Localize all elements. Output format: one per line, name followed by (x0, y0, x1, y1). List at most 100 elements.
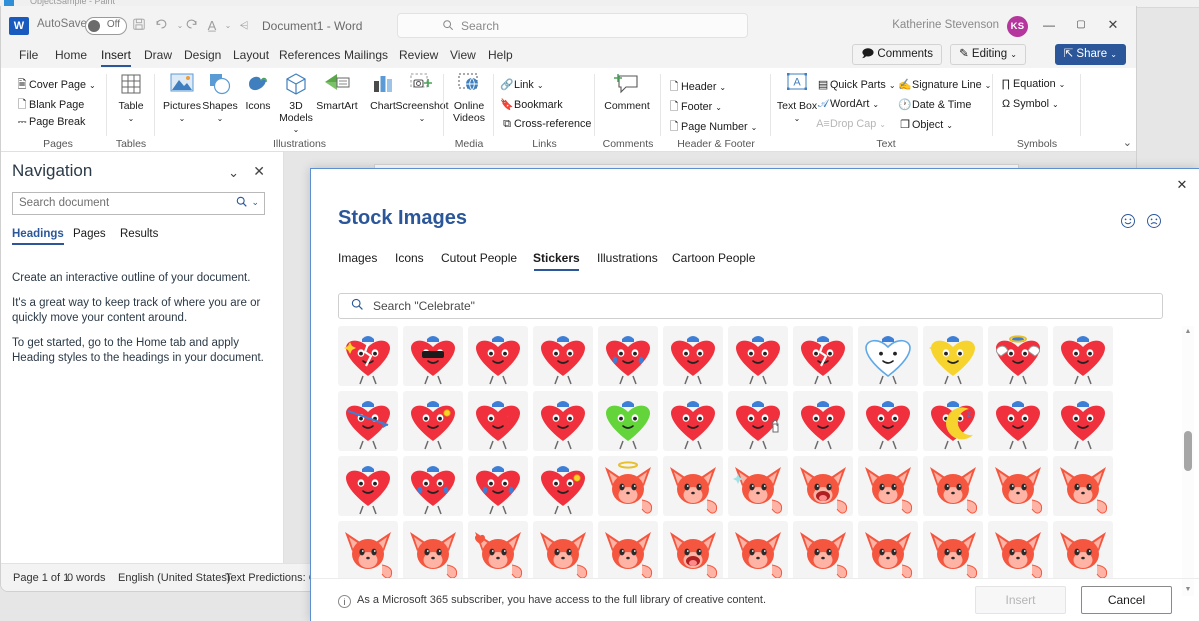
sticker-tile[interactable] (793, 326, 853, 386)
tab-file[interactable]: File (13, 46, 44, 66)
collapse-ribbon-icon[interactable]: ⌄ (1123, 136, 1132, 149)
object-button[interactable]: ❐ Object ⌄ (898, 118, 953, 131)
nav-tab-results[interactable]: Results (120, 228, 158, 245)
navigation-close-icon[interactable]: ✕ (253, 163, 265, 180)
signature-line-button[interactable]: ✍Signature Line ⌄ (898, 78, 991, 91)
link-button[interactable]: 🔗Link ⌄ (500, 78, 543, 91)
search-input[interactable]: Search (397, 13, 748, 38)
sticker-tile[interactable] (403, 326, 463, 386)
sticker-tile[interactable] (598, 521, 658, 579)
sticker-tile[interactable] (728, 326, 788, 386)
sticker-tile[interactable] (858, 391, 918, 451)
screenshot-button[interactable]: Screenshot ⌄ (395, 72, 449, 124)
equation-button[interactable]: ∏ Equation ⌄ (999, 78, 1066, 90)
dialog-tab-cutout-people[interactable]: Cutout People (441, 251, 517, 271)
tab-draw[interactable]: Draw (138, 46, 178, 66)
dialog-tab-cartoon-people[interactable]: Cartoon People (672, 251, 755, 271)
sticker-tile[interactable] (793, 391, 853, 451)
undo-icon[interactable] (154, 17, 172, 31)
sticker-tile[interactable] (663, 391, 723, 451)
minimize-button[interactable]: — (1034, 14, 1064, 36)
text-box-button[interactable]: A Text Box ⌄ (776, 72, 818, 124)
autosave-toggle[interactable]: Off (85, 17, 127, 35)
sticker-tile[interactable] (793, 521, 853, 579)
page-break-button[interactable]: ⎓ Page Break (15, 116, 86, 129)
sticker-tile[interactable] (1053, 521, 1113, 579)
chevron-down-icon[interactable]: ⌄ (251, 197, 259, 208)
tab-home[interactable]: Home (49, 46, 93, 66)
sticker-tile[interactable] (1053, 456, 1113, 516)
sticker-tile[interactable] (338, 521, 398, 579)
comments-button[interactable]: 🗩 Comments (852, 44, 942, 65)
share-button[interactable]: ⇱ Share ⌄ (1054, 44, 1126, 65)
navigation-search-input[interactable]: Search document ⌄ (12, 192, 265, 215)
comment-button[interactable]: Comment (604, 72, 650, 113)
cover-page-button[interactable]: 🗎 Cover Page ⌄ (15, 76, 96, 95)
symbol-button[interactable]: Ω Symbol ⌄ (999, 98, 1059, 110)
sticker-tile[interactable] (988, 326, 1048, 386)
sticker-tile[interactable] (923, 456, 983, 516)
triangle-up-icon[interactable]: ▲ (1182, 326, 1194, 338)
sticker-tile[interactable] (728, 521, 788, 579)
sticker-tile[interactable] (468, 456, 528, 516)
sticker-tile[interactable] (403, 456, 463, 516)
nav-tab-pages[interactable]: Pages (73, 228, 106, 245)
status-language[interactable]: English (United States) (118, 572, 231, 584)
sticker-tile[interactable] (1053, 326, 1113, 386)
tab-view[interactable]: View (444, 46, 482, 66)
status-words[interactable]: 0 words (67, 572, 106, 584)
sticker-tile[interactable] (598, 456, 658, 516)
dialog-close-icon[interactable]: ✕ (1171, 175, 1193, 195)
close-button[interactable]: ✕ (1098, 14, 1128, 36)
sticker-tile[interactable]: z (923, 391, 983, 451)
sticker-tile[interactable] (533, 521, 593, 579)
sticker-tile[interactable] (338, 326, 398, 386)
sticker-tile[interactable] (923, 326, 983, 386)
smiley-happy-icon[interactable] (1120, 213, 1136, 229)
nav-tab-headings[interactable]: Headings (12, 228, 64, 245)
tab-help[interactable]: Help (482, 46, 519, 66)
avatar[interactable]: KS (1007, 16, 1028, 37)
sticker-results-grid[interactable]: z (338, 326, 1163, 579)
sticker-tile[interactable] (468, 521, 528, 579)
sticker-tile[interactable] (403, 391, 463, 451)
status-page[interactable]: Page 1 of 1 (13, 572, 69, 584)
dialog-search-input[interactable]: Search "Celebrate" (338, 293, 1163, 319)
sticker-tile[interactable] (858, 326, 918, 386)
sticker-tile[interactable] (468, 391, 528, 451)
tab-design[interactable]: Design (178, 46, 227, 66)
dialog-tab-icons[interactable]: Icons (395, 251, 424, 271)
tab-insert[interactable]: Insert (95, 46, 137, 67)
editing-mode-button[interactable]: ✎ Editing ⌄ (950, 44, 1026, 65)
quick-parts-button[interactable]: ▤ Quick Parts ⌄ (816, 78, 896, 91)
save-icon[interactable] (132, 17, 150, 31)
bookmark-button[interactable]: 🔖Bookmark (500, 98, 562, 111)
sticker-tile[interactable] (988, 521, 1048, 579)
smartart-button[interactable]: SmartArt (311, 72, 363, 113)
tab-mailings[interactable]: Mailings (338, 46, 394, 66)
sticker-tile[interactable] (598, 326, 658, 386)
cross-reference-button[interactable]: ⧉ Cross-reference (500, 118, 591, 131)
sticker-tile[interactable] (338, 456, 398, 516)
maximize-button[interactable]: ▢ (1066, 14, 1096, 36)
dialog-tab-illustrations[interactable]: Illustrations (597, 251, 658, 271)
dialog-tab-stickers[interactable]: Stickers (533, 251, 580, 271)
wordart-button[interactable]: 𝒜 WordArt ⌄ (816, 98, 879, 111)
page-number-button[interactable]: 🗋 Page Number ⌄ (667, 118, 758, 137)
sticker-tile[interactable] (728, 456, 788, 516)
cancel-button[interactable]: Cancel (1081, 586, 1172, 614)
sticker-tile[interactable] (663, 456, 723, 516)
sticker-tile[interactable] (988, 391, 1048, 451)
smiley-sad-icon[interactable] (1146, 213, 1162, 229)
navigation-collapse-icon[interactable]: ⌄ (228, 165, 239, 181)
sticker-tile[interactable] (663, 326, 723, 386)
footer-button[interactable]: 🗋 Footer ⌄ (667, 98, 722, 117)
insert-button[interactable]: Insert (975, 586, 1066, 614)
sticker-tile[interactable] (533, 326, 593, 386)
sticker-tile[interactable] (923, 521, 983, 579)
blank-page-button[interactable]: 🗋 Blank Page (15, 96, 85, 115)
status-text-predictions[interactable]: Text Predictions: On (225, 572, 323, 584)
sticker-tile[interactable] (403, 521, 463, 579)
scrollbar-thumb[interactable] (1184, 431, 1192, 471)
sticker-tile[interactable] (598, 391, 658, 451)
